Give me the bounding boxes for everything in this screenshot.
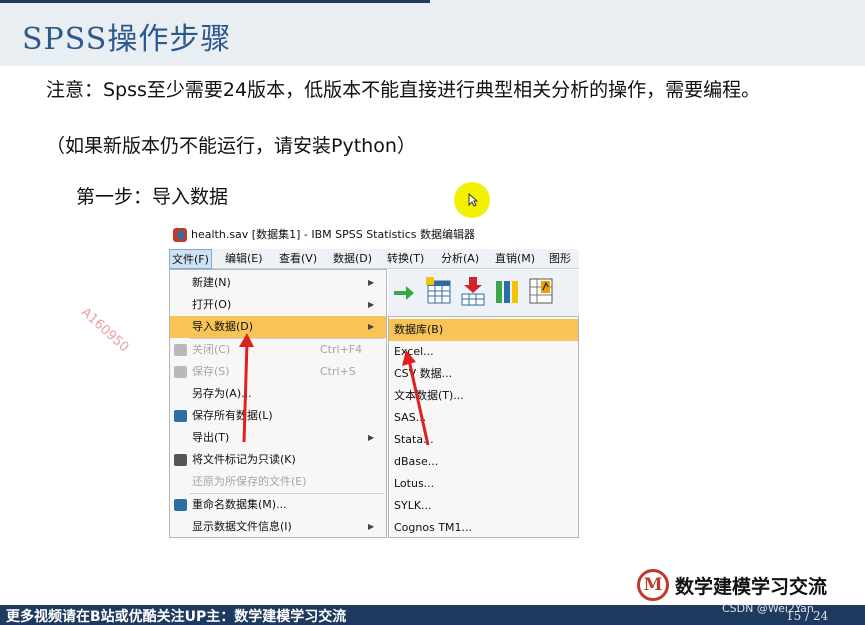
close-shortcut: Ctrl+F4: [320, 343, 363, 356]
menu-analyze[interactable]: 分析(A): [439, 249, 481, 269]
file-menu-export-label: 导出(T): [192, 431, 230, 444]
watermark-text: A160950: [77, 305, 132, 356]
python-note: （如果新版本仍不能运行，请安装Python）: [46, 135, 416, 157]
spss-toolbar: [388, 270, 579, 316]
file-menu-save-all-label: 保存所有数据(L): [192, 409, 273, 422]
submenu-arrow-icon: ▶: [368, 433, 375, 442]
top-rule: [0, 0, 430, 3]
file-menu-save-all[interactable]: 保存所有数据(L): [170, 405, 386, 427]
import-sas[interactable]: SAS...: [389, 407, 578, 429]
brand-logo: M 数学建模学习交流: [637, 569, 847, 603]
spss-menubar: 文件(F) 编辑(E) 查看(V) 数据(D) 转换(T) 分析(A) 直销(M…: [169, 249, 579, 285]
green-arrow-icon[interactable]: [390, 275, 420, 307]
save-shortcut: Ctrl+S: [320, 365, 356, 378]
file-menu-revert-label: 还原为所保存的文件(E): [192, 475, 307, 488]
cursor-icon: [468, 193, 478, 207]
submenu-arrow-icon: ▶: [368, 322, 375, 331]
file-menu-mark-read-only[interactable]: 将文件标记为只读(K): [170, 449, 386, 471]
file-menu-dropdown: 新建(N) ▶ 打开(O) ▶ 导入数据(D) ▶ 关闭(C) Ctrl+F4 …: [169, 269, 387, 538]
step-one-heading: 第一步：导入数据: [76, 186, 229, 208]
split-file-icon[interactable]: [526, 275, 556, 307]
file-menu-export[interactable]: 导出(T) ▶: [170, 427, 386, 449]
submenu-arrow-icon: ▶: [368, 300, 375, 309]
import-data-submenu: 数据库(B) Excel... CSV 数据... 文本数据(T)... SAS…: [388, 316, 579, 538]
file-menu-revert[interactable]: 还原为所保存的文件(E): [170, 471, 386, 493]
file-menu-new[interactable]: 新建(N) ▶: [170, 272, 386, 294]
file-menu-file-info[interactable]: 显示数据文件信息(I) ▶: [170, 516, 386, 538]
import-stata[interactable]: Stata...: [389, 429, 578, 451]
save-all-icon: [174, 410, 187, 422]
submenu-arrow-icon: ▶: [368, 522, 375, 531]
menu-graphs[interactable]: 图形(G: [547, 249, 579, 285]
file-menu-rename-dataset[interactable]: 重命名数据集(M)...: [170, 494, 386, 516]
mouse-pointer-highlight: [454, 182, 490, 218]
goto-case-icon[interactable]: [424, 275, 454, 307]
dataset-icon: [174, 499, 187, 511]
folder-icon: [174, 344, 187, 356]
file-menu-open-label: 打开(O): [192, 298, 232, 311]
import-text[interactable]: 文本数据(T)...: [389, 385, 578, 407]
window-title-text: health.sav [数据集1] - IBM SPSS Statistics …: [191, 228, 475, 241]
submenu-arrow-icon: ▶: [368, 278, 375, 287]
menu-edit[interactable]: 编辑(E): [223, 249, 265, 269]
menu-file[interactable]: 文件(F): [169, 249, 212, 269]
file-menu-file-info-label: 显示数据文件信息(I): [192, 520, 292, 533]
note-text: 注意：Spss至少需要24版本，低版本不能直接进行典型相关分析的操作，需要编程。: [46, 79, 761, 101]
file-menu-close-label: 关闭(C): [192, 343, 231, 356]
import-sylk[interactable]: SYLK...: [389, 495, 578, 517]
file-menu-close[interactable]: 关闭(C) Ctrl+F4: [170, 339, 386, 361]
spss-screenshot: health.sav [数据集1] - IBM SPSS Statistics …: [169, 224, 579, 538]
import-database[interactable]: 数据库(B): [389, 319, 578, 341]
menu-transform[interactable]: 转换(T): [385, 249, 426, 269]
file-menu-save-label: 保存(S): [192, 365, 230, 378]
file-menu-import-label: 导入数据(D): [192, 320, 254, 333]
spss-app-icon: [173, 228, 187, 242]
logo-text: 数学建模学习交流: [675, 576, 828, 598]
import-excel[interactable]: Excel...: [389, 341, 578, 363]
file-menu-rename-label: 重命名数据集(M)...: [192, 498, 287, 511]
import-lotus[interactable]: Lotus...: [389, 473, 578, 495]
lock-file-icon: [174, 454, 187, 466]
import-csv[interactable]: CSV 数据...: [389, 363, 578, 385]
footer-text: 更多视频请在B站或优酷关注UP主：数学建模学习交流: [6, 609, 347, 625]
file-menu-save[interactable]: 保存(S) Ctrl+S: [170, 361, 386, 383]
save-icon: [174, 366, 187, 378]
file-menu-save-as[interactable]: 另存为(A)...: [170, 383, 386, 405]
file-menu-read-only-label: 将文件标记为只读(K): [192, 453, 296, 466]
menu-view[interactable]: 查看(V): [277, 249, 319, 269]
menu-direct-marketing[interactable]: 直销(M): [493, 249, 537, 269]
file-menu-open[interactable]: 打开(O) ▶: [170, 294, 386, 316]
logo-m-icon: M: [637, 569, 669, 601]
file-menu-import-data[interactable]: 导入数据(D) ▶: [170, 316, 386, 338]
file-menu-new-label: 新建(N): [192, 276, 231, 289]
menu-data[interactable]: 数据(D): [331, 249, 374, 269]
import-cognos[interactable]: Cognos TM1...: [389, 517, 578, 539]
file-menu-save-as-label: 另存为(A)...: [192, 387, 252, 400]
import-dbase[interactable]: dBase...: [389, 451, 578, 473]
slide-title: SPSS操作步骤: [22, 22, 232, 57]
insert-variable-icon[interactable]: [492, 275, 522, 307]
page-number: 15 / 24: [786, 609, 829, 623]
spss-window-title: health.sav [数据集1] - IBM SPSS Statistics …: [169, 224, 579, 246]
insert-cases-icon[interactable]: [458, 275, 488, 307]
